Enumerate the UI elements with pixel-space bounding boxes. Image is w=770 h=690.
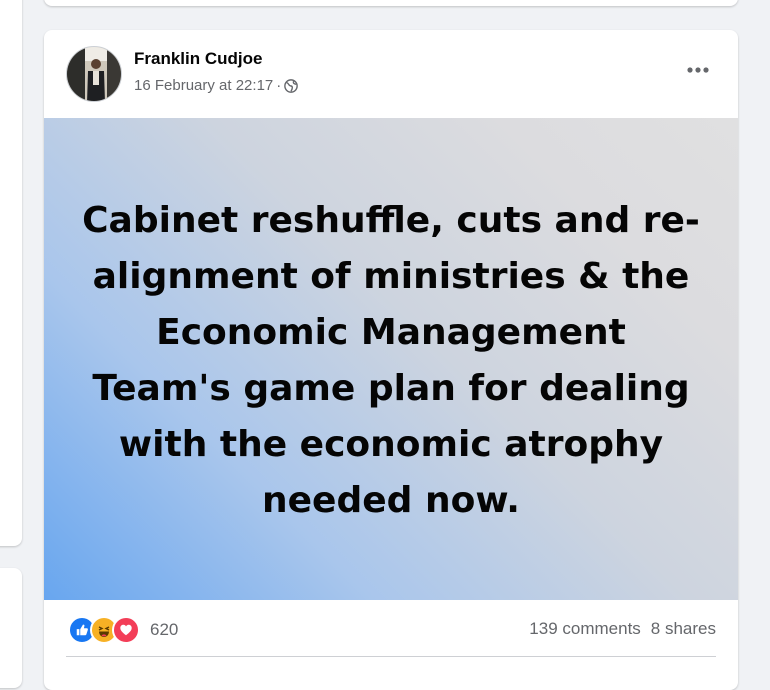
post-card: Franklin Cudjoe 16 February at 22:17 · C… [44, 30, 738, 690]
reaction-count[interactable]: 620 [150, 620, 178, 640]
post-meta: 16 February at 22:17 · [134, 77, 299, 94]
comments-count[interactable]: 139 comments [529, 619, 641, 639]
shares-count[interactable]: 8 shares [651, 619, 716, 639]
meta-separator: · [276, 77, 282, 94]
banner-text: Cabinet reshuffle, cuts and re-alignment… [82, 200, 700, 521]
love-icon [112, 616, 140, 644]
post-stats-bar: 620 139 comments 8 shares [44, 600, 738, 660]
globe-icon[interactable] [284, 78, 299, 93]
reactions-summary[interactable]: 620 [68, 616, 178, 644]
text-post-banner[interactable]: Cabinet reshuffle, cuts and re-alignment… [44, 118, 738, 600]
action-divider [66, 656, 716, 657]
engagement-counts: 139 comments 8 shares [529, 619, 716, 639]
more-options-button[interactable] [680, 56, 716, 84]
author-avatar[interactable] [66, 46, 122, 102]
left-column-card [0, 0, 22, 546]
previous-post-card [44, 0, 738, 6]
left-column-card-lower [0, 568, 22, 688]
author-name[interactable]: Franklin Cudjoe [134, 49, 262, 69]
post-timestamp[interactable]: 16 February at 22:17 [134, 77, 273, 94]
avatar-photo [67, 47, 121, 101]
more-options-icon [687, 67, 709, 73]
